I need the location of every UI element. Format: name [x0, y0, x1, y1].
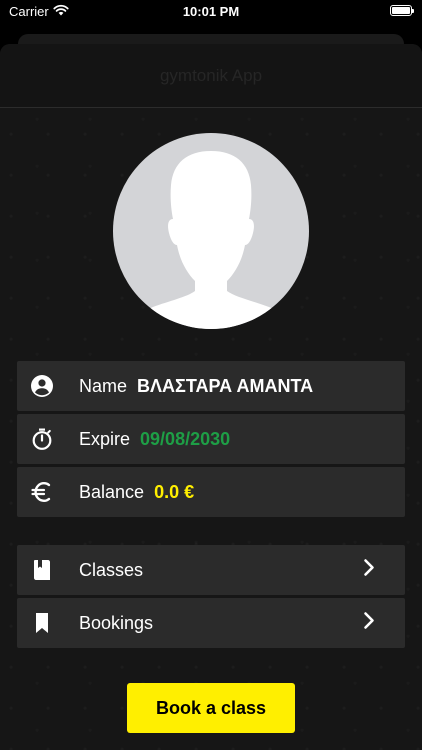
app-screen: Carrier 10:01 PM gymtonik App Name ΒΛΑΣΤ… — [0, 0, 422, 750]
bookings-label: Bookings — [79, 612, 154, 633]
battery-icon — [390, 5, 414, 16]
status-time: 10:01 PM — [182, 4, 240, 19]
user-circle-icon — [29, 373, 55, 399]
name-label: Name — [79, 375, 128, 396]
classes-menu-item[interactable]: Classes — [17, 545, 405, 595]
bookings-menu-item[interactable]: Bookings — [17, 598, 405, 648]
expire-row: Expire 09/08/2030 — [17, 414, 405, 464]
expire-label: Expire — [79, 428, 131, 449]
chevron-right-icon — [363, 612, 375, 635]
person-silhouette-icon — [131, 151, 291, 329]
stopwatch-icon — [29, 426, 55, 452]
balance-row: Balance 0.0 € — [17, 467, 405, 517]
bookmark-icon — [29, 610, 55, 636]
expire-value: 09/08/2030 — [140, 428, 231, 449]
balance-value: 0.0 € — [154, 481, 195, 502]
status-bar: Carrier 10:01 PM — [0, 0, 422, 24]
balance-label: Balance — [79, 481, 145, 502]
nav-title: gymtonik App — [159, 66, 263, 85]
euro-icon — [29, 479, 55, 505]
book-icon — [29, 557, 55, 583]
avatar — [113, 133, 309, 329]
name-value: ΒΛΑΣΤΑΡΑ ΑΜΑΝΤΑ — [137, 375, 314, 396]
name-row: Name ΒΛΑΣΤΑΡΑ ΑΜΑΝΤΑ — [17, 361, 405, 411]
classes-label: Classes — [79, 559, 144, 580]
book-class-button[interactable]: Book a class — [127, 683, 295, 733]
chevron-right-icon — [363, 559, 375, 582]
navigation-bar: gymtonik App — [0, 44, 422, 108]
